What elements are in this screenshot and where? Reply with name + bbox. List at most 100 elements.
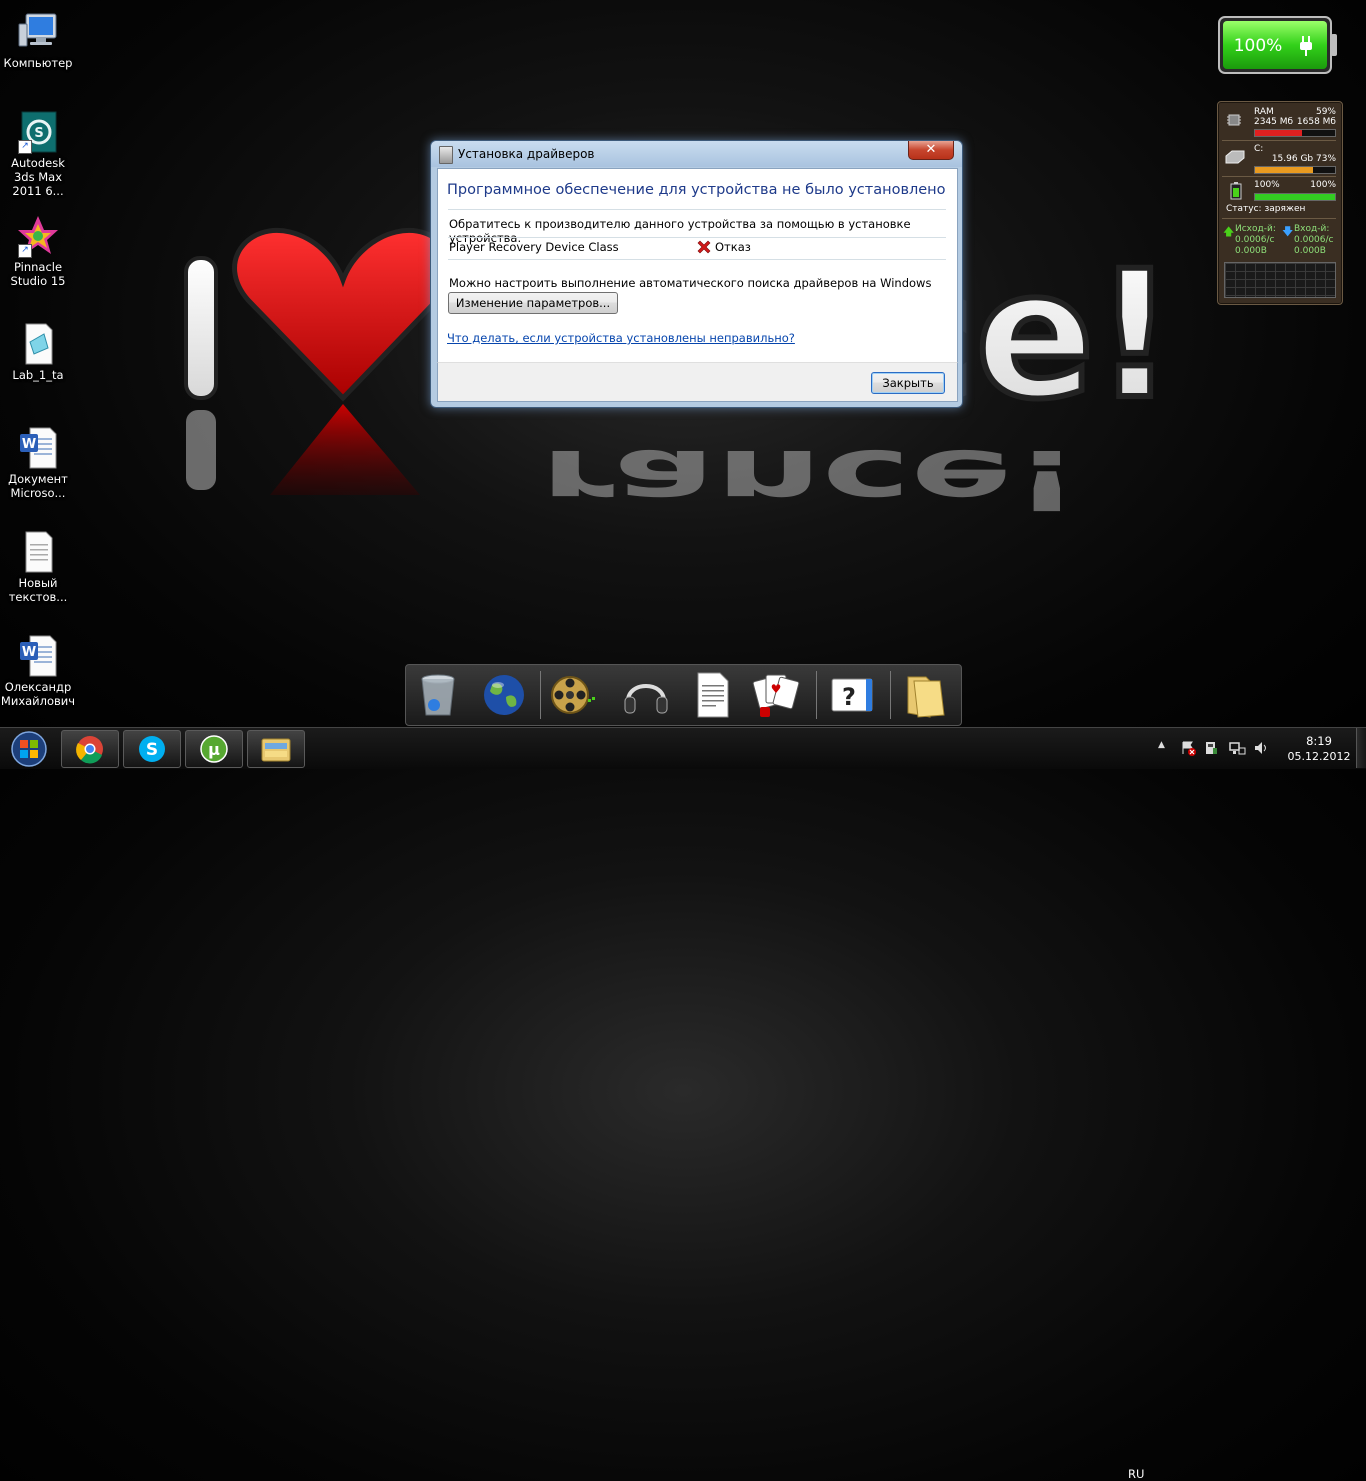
device-icon[interactable] [1203, 740, 1219, 756]
taskbar-utorrent[interactable]: µ [185, 730, 243, 768]
battery-left: 100% [1254, 180, 1280, 190]
tray-expand-arrow-icon[interactable]: ▲ [1158, 740, 1165, 750]
battery-gadget[interactable]: 100% [1218, 16, 1338, 74]
dock-help[interactable]: ? [826, 669, 878, 721]
taskbar-skype[interactable]: S [123, 730, 181, 768]
desktop-icon-word-doc-2[interactable]: W Олександр Михайлович [0, 634, 76, 708]
dock-music[interactable] [620, 669, 672, 721]
shortcut-arrow-icon: ↗ [18, 244, 32, 258]
battery-small-icon [1230, 182, 1242, 200]
wallpaper-letter-i [184, 256, 218, 400]
clock-date[interactable]: 05.12.2012 [1282, 750, 1356, 763]
close-button[interactable]: Закрыть [871, 372, 945, 394]
help-icon: ? [831, 678, 873, 712]
dialog-title: Установка драйверов [458, 147, 595, 161]
hard-disk-icon [1224, 150, 1246, 164]
network-graph [1224, 262, 1336, 298]
taskbar-explorer[interactable] [247, 730, 305, 768]
clock-time[interactable]: 8:19 [1294, 734, 1344, 748]
word-document-icon: W [16, 634, 60, 678]
ram-label: RAM [1254, 107, 1274, 117]
download-rate: 0.0006/с [1294, 235, 1334, 245]
desktop-icon-lab[interactable]: Lab_1_ta [0, 322, 76, 382]
volume-icon[interactable] [1253, 740, 1269, 756]
driver-install-dialog[interactable]: Установка драйверов ✕ Программное обеспе… [430, 140, 963, 408]
text-file-icon [16, 530, 60, 574]
computer-icon [16, 10, 60, 54]
upload-total: 0.000В [1235, 246, 1267, 256]
heart-shape [232, 228, 454, 402]
system-monitor-gadget[interactable]: RAM 59% 2345 Мб 1658 Мб C: 15.96 Gb 73% … [1217, 101, 1343, 305]
skype-icon: S [139, 736, 165, 762]
error-x-icon [696, 239, 712, 255]
disk-bar [1254, 166, 1336, 174]
desktop-icon-pinnacle[interactable]: ↗ Pinnacle Studio 15 [0, 214, 76, 288]
battery-percent: 100% [1234, 36, 1283, 56]
disk-label: C: [1254, 144, 1264, 154]
upload-rate: 0.0006/с [1235, 235, 1275, 245]
desktop-icon-label: Lab_1_ta [12, 368, 64, 382]
document-icon [16, 322, 60, 366]
start-button[interactable] [4, 730, 54, 768]
upload-arrow-icon: 🡅 [1223, 225, 1235, 238]
desktop-icon-label: Autodesk 3ds Max 2011 6... [11, 156, 65, 198]
dock-media-player[interactable] [546, 669, 598, 721]
desktop-icon-3ds-max[interactable]: S ↗ Autodesk 3ds Max 2011 6... [0, 110, 76, 198]
desktop-icon-label: Документ Microsо... [8, 472, 68, 500]
dialog-footer: Закрыть [437, 362, 958, 402]
desktop-icon-word-doc[interactable]: W Документ Microsо... [0, 426, 76, 500]
desktop-icon-label: Компьютер [3, 56, 73, 70]
dock-documents[interactable] [686, 669, 738, 721]
taskbar: S µ RU ▲ [0, 727, 1366, 1481]
network-icon[interactable] [1228, 740, 1246, 756]
change-settings-button[interactable]: Изменение параметров... [448, 292, 618, 314]
heart-reflection [270, 404, 420, 495]
device-status: Отказ [715, 240, 751, 254]
dialog-body: Программное обеспечение для устройства н… [437, 168, 958, 363]
action-center-icon[interactable] [1180, 740, 1196, 756]
dialog-close-button[interactable]: ✕ [908, 141, 954, 160]
dock-games[interactable]: ♥ [750, 669, 802, 721]
ram-chip-icon [1226, 112, 1242, 128]
svg-text:W: W [22, 645, 36, 660]
download-label: Вход-й: [1294, 224, 1330, 234]
desktop-icon-label: Олександр Михайлович [0, 680, 76, 708]
dialog-heading: Программное обеспечение для устройства н… [447, 182, 946, 198]
dock-bar: ♥ ? [405, 664, 962, 726]
show-desktop-button[interactable] [1356, 728, 1366, 768]
ram-free: 1658 Мб [1296, 117, 1336, 127]
help-link[interactable]: Что делать, если устройства установлены … [447, 331, 795, 345]
3ds-max-icon: S ↗ [16, 110, 60, 154]
windows-logo-icon [11, 731, 47, 767]
dock-folder[interactable] [900, 669, 952, 721]
ram-total: 2345 Мб [1254, 117, 1294, 127]
svg-text:?: ? [842, 683, 856, 711]
globe-icon [484, 675, 524, 715]
download-total: 0.000В [1294, 246, 1326, 256]
battery-bar [1254, 193, 1336, 201]
language-indicator[interactable]: RU [1128, 1467, 1144, 1481]
desktop-icon-text-file[interactable]: Новый текстов... [0, 530, 76, 604]
desktop-icon-computer[interactable]: Компьютер [0, 10, 76, 70]
shortcut-arrow-icon: ↗ [18, 140, 32, 154]
wallpaper-word-reflection: rance! [540, 431, 1081, 527]
taskbar-chrome[interactable] [61, 730, 119, 768]
dialog-titlebar[interactable]: Установка драйверов ✕ [431, 141, 962, 167]
svg-text:W: W [22, 437, 36, 452]
recycle-bin-icon [421, 674, 455, 716]
explorer-icon [261, 738, 291, 762]
device-name: Player Recovery Device Class [449, 240, 619, 254]
pinnacle-studio-icon: ↗ [16, 214, 60, 258]
dock-globe[interactable] [478, 669, 530, 721]
ram-bar [1254, 129, 1336, 137]
headphones-icon [624, 684, 668, 714]
svg-text:♥: ♥ [771, 682, 782, 696]
svg-text:S: S [34, 126, 43, 141]
folder-icon [907, 676, 945, 718]
wallpaper-letter-i-reflection [186, 410, 216, 490]
svg-text:S: S [146, 740, 158, 760]
ram-percent: 59% [1315, 107, 1336, 117]
dialog-app-icon [439, 146, 453, 164]
dock-recycle-bin[interactable] [412, 669, 464, 721]
battery-status: Статус: заряжен [1226, 204, 1306, 214]
